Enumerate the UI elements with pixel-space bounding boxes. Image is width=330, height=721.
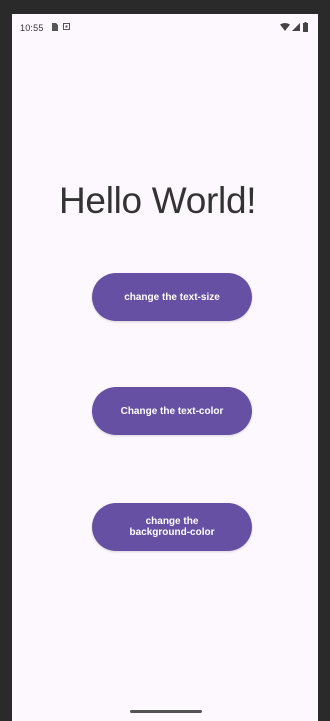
change-background-color-button[interactable]: change the background-color bbox=[92, 503, 252, 551]
change-text-color-label: Change the text-color bbox=[120, 405, 224, 417]
signal-icon bbox=[292, 23, 300, 31]
change-text-color-button[interactable]: Change the text-color bbox=[92, 387, 252, 435]
change-text-size-button[interactable]: change the text-size bbox=[92, 273, 252, 321]
gesture-nav-handle[interactable] bbox=[130, 710, 202, 713]
hello-world-text: Hello World! bbox=[59, 180, 257, 221]
wifi-icon bbox=[280, 23, 290, 31]
change-text-size-label: change the text-size bbox=[124, 291, 220, 303]
status-time: 10:55 bbox=[20, 23, 44, 33]
sim-card-icon bbox=[52, 23, 58, 31]
battery-icon bbox=[303, 22, 308, 32]
status-bar: 10:55 bbox=[12, 14, 318, 40]
app-screen: 10:55 Hello World! change the text-size … bbox=[12, 14, 318, 721]
media-icon bbox=[63, 23, 70, 30]
change-background-color-label: change the background-color bbox=[129, 516, 215, 538]
